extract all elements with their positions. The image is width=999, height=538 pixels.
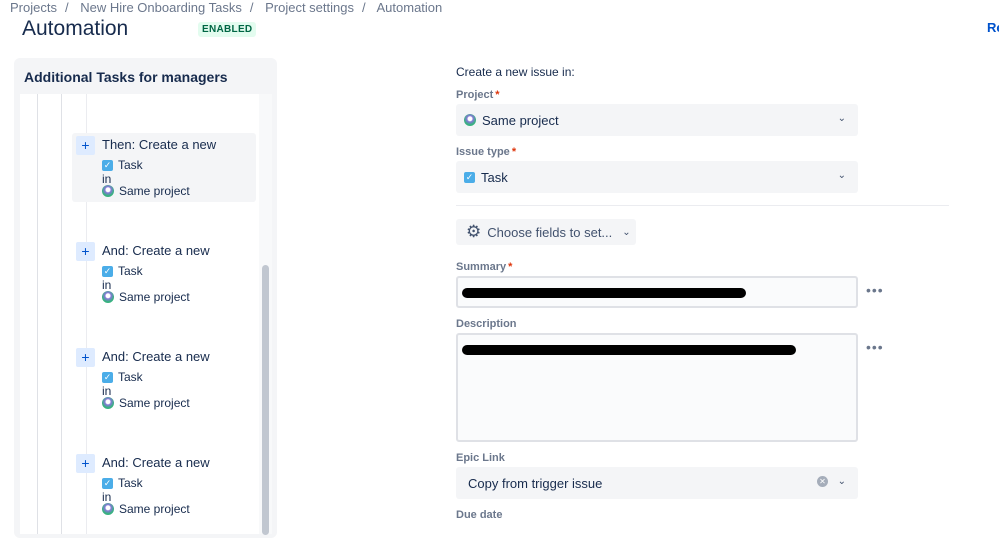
description-input[interactable] bbox=[456, 333, 858, 442]
divider bbox=[456, 205, 949, 206]
clear-icon[interactable]: ✕ bbox=[817, 476, 828, 487]
project-avatar-icon bbox=[464, 114, 476, 126]
step-project: Same project bbox=[119, 502, 190, 516]
rule-step[interactable]: + And: Create a new ✓ Task in Same projec… bbox=[72, 451, 256, 520]
issue-type-value: Task bbox=[481, 169, 508, 185]
summary-label: Summary * bbox=[456, 261, 513, 273]
step-project: Same project bbox=[119, 290, 190, 304]
task-icon: ✓ bbox=[102, 477, 113, 489]
step-issue-type: Task bbox=[118, 370, 143, 384]
project-avatar-icon bbox=[102, 503, 114, 515]
issue-type-select[interactable]: ✓ Task ⌄ bbox=[456, 161, 858, 193]
return-link[interactable]: Re bbox=[987, 20, 999, 35]
add-step-button[interactable]: + bbox=[76, 136, 95, 155]
rule-step[interactable]: + And: Create a new ✓ Task in Same projec… bbox=[72, 239, 256, 308]
form-intro: Create a new issue in: bbox=[456, 65, 575, 79]
redacted-text bbox=[462, 345, 796, 355]
step-heading: And: Create a new bbox=[102, 349, 210, 364]
project-avatar-icon bbox=[102, 397, 114, 409]
step-heading: And: Create a new bbox=[102, 243, 210, 258]
add-step-button[interactable]: + bbox=[76, 242, 95, 261]
scrollbar-thumb[interactable] bbox=[262, 265, 269, 535]
rule-step[interactable]: + And: Create a new ✓ Task in Same projec… bbox=[72, 345, 256, 414]
breadcrumb-automation[interactable]: Automation bbox=[377, 0, 443, 15]
summary-more-button[interactable]: ••• bbox=[866, 282, 884, 298]
rule-name: Additional Tasks for managers bbox=[24, 69, 228, 85]
description-label: Description bbox=[456, 318, 517, 330]
breadcrumb-settings[interactable]: Project settings bbox=[265, 0, 354, 15]
breadcrumb-project[interactable]: New Hire Onboarding Tasks bbox=[80, 0, 242, 15]
task-icon: ✓ bbox=[102, 371, 113, 383]
chevron-down-icon: ⌄ bbox=[837, 113, 846, 124]
project-label: Project * bbox=[456, 89, 500, 101]
epic-link-label: Epic Link bbox=[456, 452, 505, 464]
gear-icon: ⚙ bbox=[466, 222, 482, 241]
step-heading: And: Create a new bbox=[102, 455, 210, 470]
epic-link-value: Copy from trigger issue bbox=[468, 475, 603, 491]
project-value: Same project bbox=[482, 112, 559, 128]
choose-fields-label: Choose fields to set... bbox=[487, 224, 613, 240]
status-badge: ENABLED bbox=[198, 22, 257, 37]
issue-type-label: Issue type * bbox=[456, 146, 517, 158]
redacted-text bbox=[462, 288, 746, 298]
task-icon: ✓ bbox=[102, 265, 113, 277]
breadcrumb-projects[interactable]: Projects bbox=[10, 0, 57, 15]
project-avatar-icon bbox=[102, 185, 114, 197]
summary-input[interactable] bbox=[456, 276, 858, 308]
breadcrumb: Projects / New Hire Onboarding Tasks / Pro… bbox=[10, 0, 443, 15]
chevron-down-icon: ⌄ bbox=[622, 226, 631, 238]
project-avatar-icon bbox=[102, 291, 114, 303]
step-project: Same project bbox=[119, 184, 190, 198]
page-title: Automation bbox=[22, 17, 129, 40]
task-icon: ✓ bbox=[102, 159, 113, 171]
add-step-button[interactable]: + bbox=[76, 454, 95, 473]
task-icon: ✓ bbox=[464, 171, 475, 183]
step-project: Same project bbox=[119, 396, 190, 410]
rule-step[interactable]: + Then: Create a new ✓ Task in Same proje… bbox=[72, 133, 256, 202]
description-more-button[interactable]: ••• bbox=[866, 339, 884, 355]
step-issue-type: Task bbox=[118, 476, 143, 490]
chevron-down-icon: ⌄ bbox=[837, 170, 846, 181]
project-select[interactable]: Same project ⌄ bbox=[456, 104, 858, 136]
step-issue-type: Task bbox=[118, 264, 143, 278]
due-date-label: Due date bbox=[456, 509, 503, 521]
chevron-down-icon: ⌄ bbox=[837, 476, 846, 487]
epic-link-select[interactable]: Copy from trigger issue ✕ ⌄ bbox=[456, 467, 858, 499]
choose-fields-button[interactable]: ⚙ Choose fields to set... ⌄ bbox=[456, 219, 636, 245]
step-issue-type: Task bbox=[118, 158, 143, 172]
add-step-button[interactable]: + bbox=[76, 348, 95, 367]
step-heading: Then: Create a new bbox=[102, 137, 217, 152]
